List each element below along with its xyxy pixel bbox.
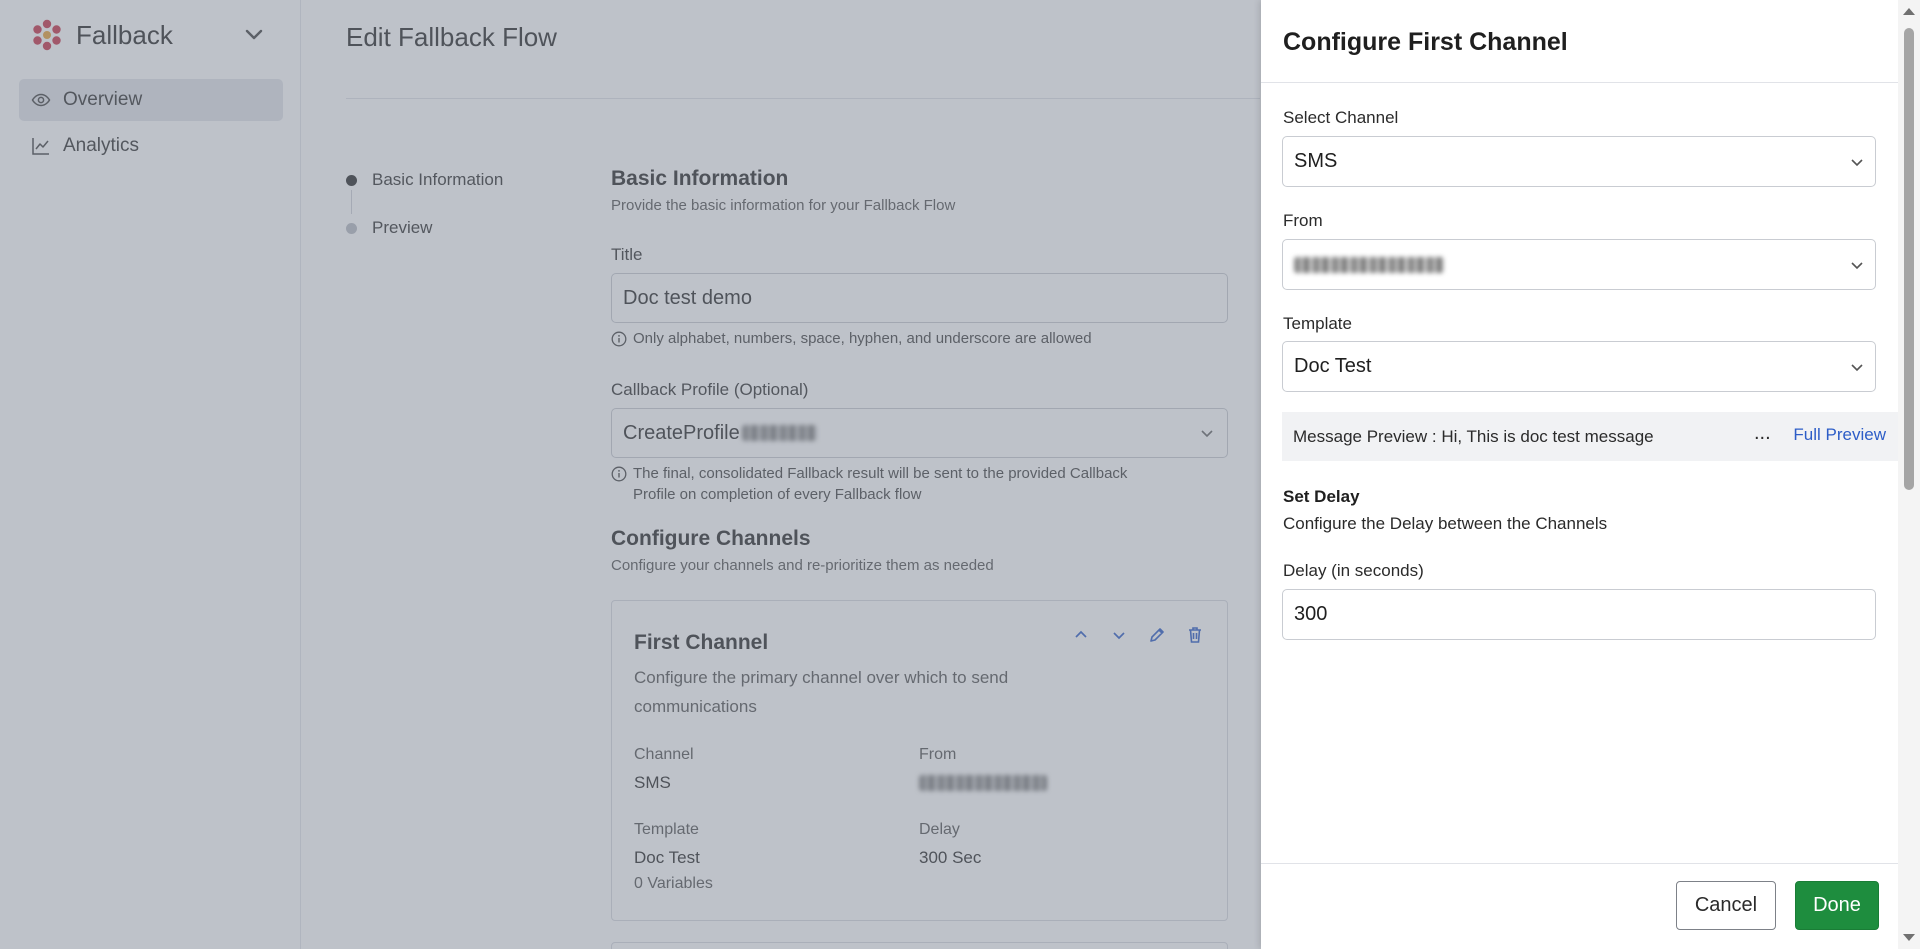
delay-label: Delay (in seconds) — [1283, 561, 1424, 580]
cancel-button[interactable]: Cancel — [1676, 881, 1776, 930]
message-preview-text: Message Preview : Hi, This is doc test m… — [1293, 426, 1654, 446]
message-preview: Message Preview : Hi, This is doc test m… — [1282, 412, 1898, 461]
divider — [1261, 863, 1898, 864]
scroll-up-arrow-icon[interactable] — [1903, 8, 1915, 15]
drawer-title: Configure First Channel — [1283, 28, 1568, 56]
set-delay-description: Configure the Delay between the Channels — [1283, 514, 1608, 533]
scroll-down-arrow-icon[interactable] — [1903, 934, 1915, 941]
template-value: Doc Test — [1294, 355, 1372, 377]
chevron-down-icon — [1851, 364, 1863, 372]
delay-input[interactable]: 300 — [1282, 589, 1876, 640]
from-label: From — [1283, 211, 1323, 230]
select-channel-value: SMS — [1294, 150, 1338, 172]
select-channel-label: Select Channel — [1283, 108, 1399, 127]
template-label: Template — [1283, 314, 1352, 333]
scrollbar[interactable] — [1898, 0, 1920, 949]
full-preview-link[interactable]: Full Preview — [1793, 425, 1886, 445]
set-delay-heading: Set Delay — [1283, 487, 1360, 506]
template-dropdown[interactable]: Doc Test — [1282, 341, 1876, 392]
configure-channel-drawer: Configure First Channel Select Channel S… — [1261, 0, 1920, 949]
from-dropdown[interactable] — [1282, 239, 1876, 290]
select-channel-dropdown[interactable]: SMS — [1282, 136, 1876, 187]
done-button[interactable]: Done — [1795, 881, 1879, 930]
delay-value: 300 — [1294, 603, 1328, 625]
preview-ellipsis: ... — [1754, 422, 1771, 444]
redacted-text — [1294, 256, 1444, 273]
chevron-down-icon — [1851, 159, 1863, 167]
chevron-down-icon — [1851, 262, 1863, 270]
divider — [1261, 82, 1898, 83]
modal-backdrop[interactable] — [0, 0, 1261, 949]
scroll-thumb[interactable] — [1904, 28, 1914, 490]
